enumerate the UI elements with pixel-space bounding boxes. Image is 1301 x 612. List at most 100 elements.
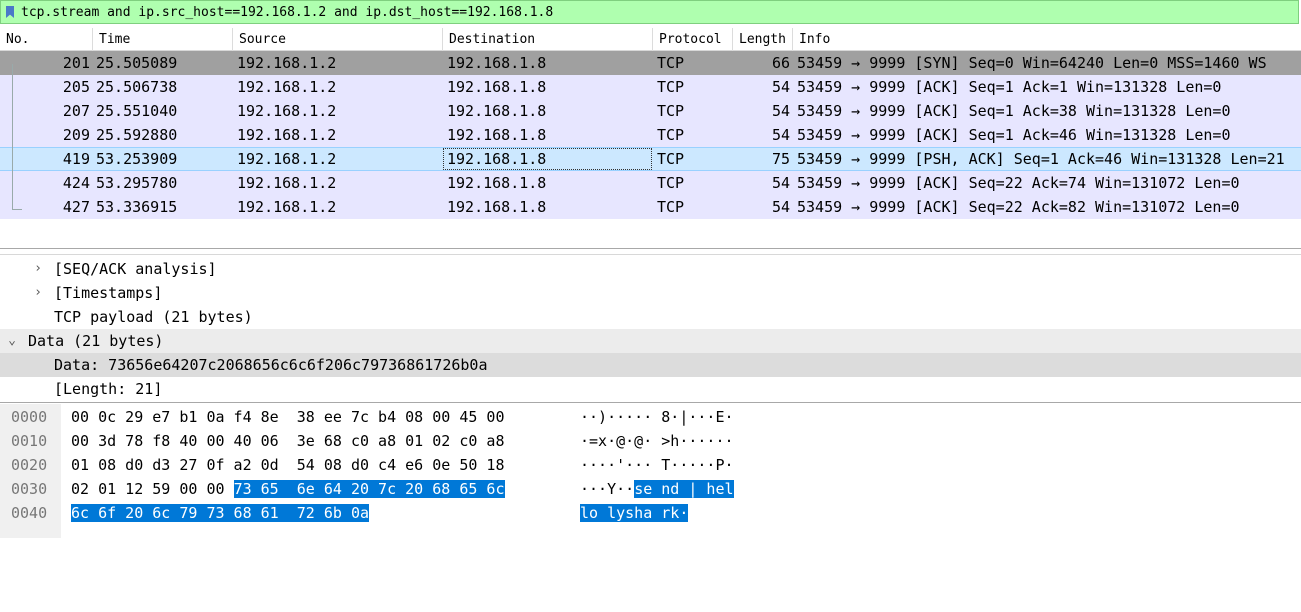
packet-bytes-pane: 0000 00 0c 29 e7 b1 0a f4 8e 38 ee 7c b4…	[0, 404, 1301, 538]
packet-info: 53459 → 9999 [PSH, ACK] Seq=1 Ack=46 Win…	[797, 150, 1285, 168]
expand-arrow-icon[interactable]: ›	[32, 281, 44, 305]
packet-no: 205	[62, 78, 90, 96]
detail-row[interactable]: [Length: 21]	[0, 377, 1301, 401]
packet-no: 419	[62, 150, 90, 168]
packet-info: 53459 → 9999 [SYN] Seq=0 Win=64240 Len=0…	[797, 54, 1267, 72]
packet-row[interactable]: 201 25.505089 192.168.1.2 192.168.1.8 TC…	[0, 51, 1301, 75]
packet-row[interactable]: 209 25.592880 192.168.1.2 192.168.1.8 TC…	[0, 123, 1301, 147]
byte-offset: 0040	[11, 504, 48, 522]
packet-length: 66	[771, 54, 790, 72]
packet-protocol: TCP	[657, 126, 685, 144]
column-header-no[interactable]: No.	[0, 28, 93, 51]
packet-info: 53459 → 9999 [ACK] Seq=1 Ack=46 Win=1313…	[797, 126, 1231, 144]
packet-time: 25.551040	[96, 102, 178, 120]
pane-divider-edge	[0, 254, 1301, 255]
bytes-row: 0010 00 3d 78 f8 40 00 40 06 3e 68 c0 a8…	[0, 430, 1301, 452]
packet-no: 427	[62, 198, 90, 216]
packet-length: 54	[771, 198, 790, 216]
packet-info: 53459 → 9999 [ACK] Seq=1 Ack=1 Win=13132…	[797, 78, 1222, 96]
packet-list-header: No. Time Source Destination Protocol Len…	[0, 28, 1301, 51]
packet-info: 53459 → 9999 [ACK] Seq=22 Ack=82 Win=131…	[797, 198, 1240, 216]
conversation-bracket-line	[12, 64, 13, 210]
column-header-source[interactable]: Source	[233, 28, 443, 51]
detail-label: TCP payload (21 bytes)	[54, 308, 253, 326]
bytes-row: 0040 6c 6f 20 6c 79 73 68 61 72 6b 0a lo…	[0, 502, 1301, 524]
packet-destination: 192.168.1.8	[447, 54, 547, 72]
packet-destination: 192.168.1.8	[447, 174, 547, 192]
column-header-protocol[interactable]: Protocol	[653, 28, 733, 51]
packet-destination: 192.168.1.8	[447, 198, 547, 216]
packet-row[interactable]: 205 25.506738 192.168.1.2 192.168.1.8 TC…	[0, 75, 1301, 99]
detail-row[interactable]: ⌄ Data (21 bytes)	[0, 329, 1301, 353]
packet-info: 53459 → 9999 [ACK] Seq=1 Ack=38 Win=1313…	[797, 102, 1231, 120]
detail-label: [Timestamps]	[54, 284, 163, 302]
display-filter-input[interactable]: tcp.stream and ip.src_host==192.168.1.2 …	[21, 5, 553, 20]
packet-time: 25.506738	[96, 78, 178, 96]
packet-time: 53.336915	[96, 198, 178, 216]
packet-row[interactable]: 207 25.551040 192.168.1.2 192.168.1.8 TC…	[0, 99, 1301, 123]
bytes-row: 0000 00 0c 29 e7 b1 0a f4 8e 38 ee 7c b4…	[0, 406, 1301, 428]
hex-bytes[interactable]: 6c 6f 20 6c 79 73 68 61 72 6b 0a	[71, 502, 370, 524]
byte-offset: 0030	[11, 480, 48, 498]
detail-row[interactable]: TCP payload (21 bytes)	[0, 305, 1301, 329]
packet-length: 75	[771, 150, 790, 168]
packet-source: 192.168.1.2	[237, 198, 337, 216]
ascii-bytes[interactable]: ·=x·@·@· >h······	[580, 430, 734, 452]
packet-source: 192.168.1.2	[237, 174, 337, 192]
packet-protocol: TCP	[657, 78, 685, 96]
hex-bytes[interactable]: 02 01 12 59 00 00 73 65 6e 64 20 7c 20 6…	[71, 478, 505, 500]
packet-info: 53459 → 9999 [ACK] Seq=22 Ack=74 Win=131…	[797, 174, 1240, 192]
packet-time: 25.505089	[96, 54, 178, 72]
ascii-bytes[interactable]: lo lysha rk·	[580, 502, 689, 524]
packet-destination: 192.168.1.8	[447, 78, 547, 96]
collapse-arrow-icon[interactable]: ⌄	[6, 329, 18, 353]
packet-protocol: TCP	[657, 54, 685, 72]
packet-protocol: TCP	[657, 174, 685, 192]
column-header-info[interactable]: Info	[793, 28, 1301, 51]
hex-bytes[interactable]: 00 0c 29 e7 b1 0a f4 8e 38 ee 7c b4 08 0…	[71, 406, 504, 428]
ascii-bytes[interactable]: ····'··· T·····P·	[580, 454, 734, 476]
conversation-bracket-end	[12, 209, 22, 210]
ascii-bytes[interactable]: ··)····· 8·|···E·	[580, 406, 734, 428]
detail-row[interactable]: › [Timestamps]	[0, 281, 1301, 305]
packet-length: 54	[771, 102, 790, 120]
column-header-length[interactable]: Length	[733, 28, 793, 51]
packet-time: 25.592880	[96, 126, 178, 144]
packet-row-selected[interactable]: 419 53.253909 192.168.1.2 192.168.1.8 TC…	[0, 147, 1301, 171]
packet-row[interactable]: 424 53.295780 192.168.1.2 192.168.1.8 TC…	[0, 171, 1301, 195]
packet-source: 192.168.1.2	[237, 150, 337, 168]
packet-destination: 192.168.1.8	[447, 102, 547, 120]
packet-time: 53.295780	[96, 174, 178, 192]
packet-length: 54	[771, 174, 790, 192]
packet-row[interactable]: 427 53.336915 192.168.1.2 192.168.1.8 TC…	[0, 195, 1301, 219]
packet-no: 209	[62, 126, 90, 144]
detail-label: Data (21 bytes)	[28, 332, 164, 350]
column-header-time[interactable]: Time	[93, 28, 233, 51]
hex-bytes[interactable]: 00 3d 78 f8 40 00 40 06 3e 68 c0 a8 01 0…	[71, 430, 504, 452]
packet-protocol: TCP	[657, 198, 685, 216]
bytes-row: 0030 02 01 12 59 00 00 73 65 6e 64 20 7c…	[0, 478, 1301, 500]
detail-label: Data: 73656e64207c2068656c6c6f206c797368…	[54, 356, 488, 374]
packet-destination: 192.168.1.8	[447, 126, 547, 144]
display-filter-bar[interactable]: tcp.stream and ip.src_host==192.168.1.2 …	[0, 0, 1299, 24]
detail-label: [SEQ/ACK analysis]	[54, 260, 217, 278]
bookmark-icon[interactable]	[1, 1, 19, 23]
packet-time: 53.253909	[96, 150, 178, 168]
packet-no: 207	[62, 102, 90, 120]
packet-length: 54	[771, 126, 790, 144]
expand-arrow-icon[interactable]: ›	[32, 257, 44, 281]
packet-source: 192.168.1.2	[237, 102, 337, 120]
hex-bytes[interactable]: 01 08 d0 d3 27 0f a2 0d 54 08 d0 c4 e6 0…	[71, 454, 504, 476]
bytes-row: 0020 01 08 d0 d3 27 0f a2 0d 54 08 d0 c4…	[0, 454, 1301, 476]
byte-offset: 0020	[11, 456, 48, 474]
pane-divider[interactable]	[0, 402, 1301, 403]
detail-label: [Length: 21]	[54, 380, 163, 398]
packet-protocol: TCP	[657, 150, 685, 168]
column-header-destination[interactable]: Destination	[443, 28, 653, 51]
packet-source: 192.168.1.2	[237, 78, 337, 96]
detail-row-selected[interactable]: Data: 73656e64207c2068656c6c6f206c797368…	[0, 353, 1301, 377]
ascii-bytes[interactable]: ···Y··se nd | hel	[580, 478, 734, 500]
detail-row[interactable]: › [SEQ/ACK analysis]	[0, 257, 1301, 281]
packet-destination: 192.168.1.8	[447, 150, 547, 168]
pane-divider[interactable]	[0, 248, 1301, 249]
